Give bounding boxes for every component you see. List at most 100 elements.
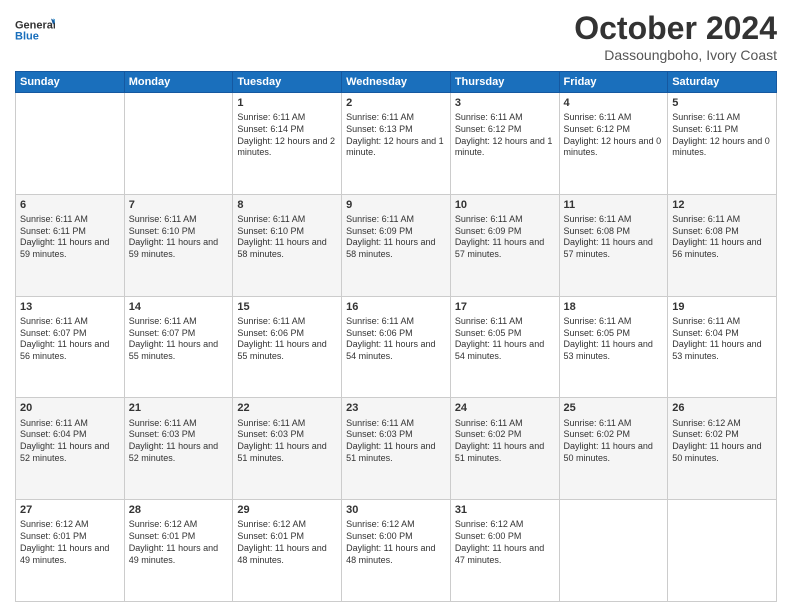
table-row: 27 Sunrise: 6:12 AM Sunset: 6:01 PM Dayl… — [16, 500, 125, 602]
table-row: 13 Sunrise: 6:11 AM Sunset: 6:07 PM Dayl… — [16, 296, 125, 398]
daylight-text: Daylight: 11 hours and 58 minutes. — [346, 237, 435, 259]
day-number: 9 — [346, 198, 446, 212]
table-row — [668, 500, 777, 602]
sunset-text: Sunset: 6:14 PM — [237, 124, 304, 134]
sunset-text: Sunset: 6:02 PM — [564, 429, 631, 439]
table-row: 23 Sunrise: 6:11 AM Sunset: 6:03 PM Dayl… — [342, 398, 451, 500]
table-row — [16, 93, 125, 195]
table-row: 30 Sunrise: 6:12 AM Sunset: 6:00 PM Dayl… — [342, 500, 451, 602]
sunset-text: Sunset: 6:03 PM — [129, 429, 196, 439]
table-row: 25 Sunrise: 6:11 AM Sunset: 6:02 PM Dayl… — [559, 398, 668, 500]
col-wednesday: Wednesday — [342, 72, 451, 93]
sunrise-text: Sunrise: 6:11 AM — [346, 316, 414, 326]
calendar-table: Sunday Monday Tuesday Wednesday Thursday… — [15, 71, 777, 602]
daylight-text: Daylight: 11 hours and 47 minutes. — [455, 543, 544, 565]
sunset-text: Sunset: 6:10 PM — [129, 226, 196, 236]
sunrise-text: Sunrise: 6:12 AM — [455, 519, 524, 529]
table-row: 2 Sunrise: 6:11 AM Sunset: 6:13 PM Dayli… — [342, 93, 451, 195]
sunset-text: Sunset: 6:11 PM — [672, 124, 738, 134]
table-row: 22 Sunrise: 6:11 AM Sunset: 6:03 PM Dayl… — [233, 398, 342, 500]
sunrise-text: Sunrise: 6:11 AM — [564, 112, 632, 122]
daylight-text: Daylight: 11 hours and 57 minutes. — [564, 237, 653, 259]
sunrise-text: Sunrise: 6:11 AM — [672, 316, 740, 326]
day-number: 11 — [564, 198, 664, 212]
table-row: 31 Sunrise: 6:12 AM Sunset: 6:00 PM Dayl… — [450, 500, 559, 602]
col-saturday: Saturday — [668, 72, 777, 93]
daylight-text: Daylight: 11 hours and 52 minutes. — [20, 441, 109, 463]
table-row: 9 Sunrise: 6:11 AM Sunset: 6:09 PM Dayli… — [342, 194, 451, 296]
day-number: 23 — [346, 401, 446, 415]
day-number: 15 — [237, 300, 337, 314]
daylight-text: Daylight: 11 hours and 51 minutes. — [346, 441, 435, 463]
sunset-text: Sunset: 6:12 PM — [564, 124, 631, 134]
sunset-text: Sunset: 6:11 PM — [20, 226, 86, 236]
day-number: 7 — [129, 198, 229, 212]
sunset-text: Sunset: 6:00 PM — [455, 531, 522, 541]
page: General Blue October 2024 Dassoungboho, … — [0, 0, 792, 612]
daylight-text: Daylight: 11 hours and 58 minutes. — [237, 237, 326, 259]
sunset-text: Sunset: 6:00 PM — [346, 531, 413, 541]
sunset-text: Sunset: 6:06 PM — [346, 328, 413, 338]
sunset-text: Sunset: 6:01 PM — [237, 531, 304, 541]
title-section: October 2024 Dassoungboho, Ivory Coast — [574, 10, 777, 63]
day-number: 22 — [237, 401, 337, 415]
day-number: 3 — [455, 96, 555, 110]
header: General Blue October 2024 Dassoungboho, … — [15, 10, 777, 63]
sunset-text: Sunset: 6:10 PM — [237, 226, 304, 236]
sunset-text: Sunset: 6:04 PM — [20, 429, 87, 439]
sunrise-text: Sunrise: 6:11 AM — [20, 418, 88, 428]
daylight-text: Daylight: 11 hours and 50 minutes. — [564, 441, 653, 463]
table-row: 28 Sunrise: 6:12 AM Sunset: 6:01 PM Dayl… — [124, 500, 233, 602]
sunset-text: Sunset: 6:05 PM — [564, 328, 631, 338]
day-number: 28 — [129, 503, 229, 517]
sunrise-text: Sunrise: 6:11 AM — [237, 418, 305, 428]
sunset-text: Sunset: 6:12 PM — [455, 124, 522, 134]
table-row: 15 Sunrise: 6:11 AM Sunset: 6:06 PM Dayl… — [233, 296, 342, 398]
month-title: October 2024 — [574, 10, 777, 47]
table-row: 18 Sunrise: 6:11 AM Sunset: 6:05 PM Dayl… — [559, 296, 668, 398]
table-row: 6 Sunrise: 6:11 AM Sunset: 6:11 PM Dayli… — [16, 194, 125, 296]
day-number: 30 — [346, 503, 446, 517]
sunrise-text: Sunrise: 6:11 AM — [129, 418, 197, 428]
table-row: 14 Sunrise: 6:11 AM Sunset: 6:07 PM Dayl… — [124, 296, 233, 398]
sunrise-text: Sunrise: 6:11 AM — [346, 214, 414, 224]
table-row: 3 Sunrise: 6:11 AM Sunset: 6:12 PM Dayli… — [450, 93, 559, 195]
sunrise-text: Sunrise: 6:12 AM — [672, 418, 741, 428]
table-row: 19 Sunrise: 6:11 AM Sunset: 6:04 PM Dayl… — [668, 296, 777, 398]
location-title: Dassoungboho, Ivory Coast — [574, 47, 777, 63]
daylight-text: Daylight: 11 hours and 52 minutes. — [129, 441, 218, 463]
daylight-text: Daylight: 11 hours and 49 minutes. — [129, 543, 218, 565]
calendar-week-row: 13 Sunrise: 6:11 AM Sunset: 6:07 PM Dayl… — [16, 296, 777, 398]
daylight-text: Daylight: 11 hours and 56 minutes. — [20, 339, 109, 361]
table-row: 20 Sunrise: 6:11 AM Sunset: 6:04 PM Dayl… — [16, 398, 125, 500]
day-number: 13 — [20, 300, 120, 314]
daylight-text: Daylight: 11 hours and 55 minutes. — [129, 339, 218, 361]
table-row: 29 Sunrise: 6:12 AM Sunset: 6:01 PM Dayl… — [233, 500, 342, 602]
sunrise-text: Sunrise: 6:12 AM — [346, 519, 415, 529]
sunset-text: Sunset: 6:09 PM — [455, 226, 522, 236]
daylight-text: Daylight: 11 hours and 56 minutes. — [672, 237, 761, 259]
calendar-week-row: 1 Sunrise: 6:11 AM Sunset: 6:14 PM Dayli… — [16, 93, 777, 195]
daylight-text: Daylight: 11 hours and 59 minutes. — [20, 237, 109, 259]
sunrise-text: Sunrise: 6:11 AM — [455, 112, 523, 122]
day-number: 29 — [237, 503, 337, 517]
sunset-text: Sunset: 6:01 PM — [129, 531, 196, 541]
col-friday: Friday — [559, 72, 668, 93]
day-number: 24 — [455, 401, 555, 415]
daylight-text: Daylight: 11 hours and 57 minutes. — [455, 237, 544, 259]
sunset-text: Sunset: 6:13 PM — [346, 124, 413, 134]
day-number: 21 — [129, 401, 229, 415]
day-number: 18 — [564, 300, 664, 314]
sunset-text: Sunset: 6:03 PM — [237, 429, 304, 439]
table-row: 10 Sunrise: 6:11 AM Sunset: 6:09 PM Dayl… — [450, 194, 559, 296]
day-number: 31 — [455, 503, 555, 517]
sunrise-text: Sunrise: 6:11 AM — [455, 316, 523, 326]
table-row: 26 Sunrise: 6:12 AM Sunset: 6:02 PM Dayl… — [668, 398, 777, 500]
daylight-text: Daylight: 11 hours and 54 minutes. — [455, 339, 544, 361]
day-number: 16 — [346, 300, 446, 314]
calendar-header-row: Sunday Monday Tuesday Wednesday Thursday… — [16, 72, 777, 93]
sunrise-text: Sunrise: 6:12 AM — [129, 519, 198, 529]
sunrise-text: Sunrise: 6:11 AM — [237, 316, 305, 326]
daylight-text: Daylight: 12 hours and 1 minute. — [346, 136, 444, 158]
table-row: 1 Sunrise: 6:11 AM Sunset: 6:14 PM Dayli… — [233, 93, 342, 195]
